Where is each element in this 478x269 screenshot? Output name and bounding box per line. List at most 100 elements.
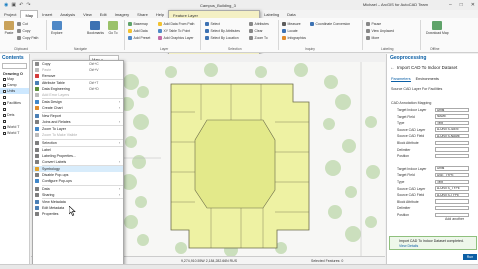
field-label: Position <box>397 154 410 159</box>
tab-help[interactable]: Help <box>152 10 168 18</box>
undo-icon[interactable]: ↶ <box>19 2 23 8</box>
mouse-cursor-icon <box>69 206 76 216</box>
field-label: Target Field <box>397 173 415 178</box>
run-button[interactable]: Run <box>463 254 477 260</box>
back-arrow-icon[interactable]: ← <box>390 65 395 71</box>
basemap-button[interactable]: Basemap <box>128 22 148 26</box>
menu-item-remove[interactable]: Remove <box>33 73 123 79</box>
menu-item-selection[interactable]: Selection › <box>33 140 123 146</box>
layer-visibility-checkbox[interactable] <box>3 89 6 93</box>
add-preset-button[interactable]: Add Preset <box>128 36 150 40</box>
view-details-link[interactable]: View Details <box>399 244 418 248</box>
paste-button[interactable]: Paste <box>4 21 14 35</box>
field-input[interactable]: Text <box>435 179 469 184</box>
popups-icon <box>35 173 39 178</box>
tab-analysis[interactable]: Analysis <box>56 10 79 18</box>
explore-button[interactable]: Explore <box>51 21 63 35</box>
add-graphics-layer-button[interactable]: Add Graphics Layer <box>158 36 193 40</box>
field-label: Source CAD Layer <box>397 127 426 132</box>
select-by-location-button[interactable]: Select By Location <box>205 36 239 40</box>
tab-data[interactable]: Data <box>283 10 299 18</box>
menu-item-create-chart[interactable]: Create Chart › <box>33 105 123 111</box>
measure-button[interactable]: Measure <box>282 22 301 26</box>
pause-button[interactable]: Pause <box>366 22 381 26</box>
goto-xy-button[interactable]: Go To <box>108 21 118 35</box>
tab-view[interactable]: View <box>79 10 96 18</box>
field-input[interactable] <box>435 153 469 159</box>
cut-button[interactable]: Cut <box>17 22 28 26</box>
field-input[interactable] <box>435 140 469 145</box>
layer-visibility-checkbox[interactable] <box>3 119 6 123</box>
field-input[interactable]: A-UNITS_TYPE <box>435 186 469 191</box>
tab-map[interactable]: Map <box>20 10 39 18</box>
layer-visibility-checkbox[interactable] <box>3 101 6 105</box>
field-input[interactable] <box>435 147 469 152</box>
save-icon[interactable]: ▣ <box>11 2 16 8</box>
download-map-button[interactable]: Download Map <box>426 21 449 35</box>
layer-visibility-checkbox[interactable] <box>3 131 6 135</box>
view-unplaced-button[interactable]: View Unplaced <box>366 29 394 33</box>
field-input[interactable]: Text <box>435 120 469 126</box>
tab-edit[interactable]: Edit <box>96 10 111 18</box>
copy-button[interactable]: Copy <box>17 29 30 33</box>
select-location-icon <box>205 36 209 40</box>
add-path-icon <box>158 22 162 26</box>
menu-item-configure-pop-ups[interactable]: Configure Pop-ups <box>33 178 123 184</box>
layer-visibility-checkbox[interactable] <box>3 107 6 111</box>
field-input[interactable]: NAME <box>435 114 469 119</box>
tab-imagery[interactable]: Imagery <box>111 10 133 18</box>
field-input[interactable]: A-UNITS-NAME <box>435 133 469 139</box>
field-input[interactable] <box>435 199 469 204</box>
layer-visibility-checkbox[interactable] <box>3 77 6 81</box>
field-input[interactable]: A-UNITS-TYPE <box>435 192 469 198</box>
select-button[interactable]: Select <box>205 22 220 26</box>
contents-layer-row[interactable]: World T <box>0 130 29 136</box>
field-input[interactable]: USE_TYPE <box>435 172 469 178</box>
infographics-button[interactable]: Infographics <box>282 36 306 40</box>
add-data-from-path-button[interactable]: Add Data From Path <box>158 22 194 26</box>
map-coordinates: 9,274,910.55W 2,184,282.66N RUS <box>181 259 238 263</box>
field-input[interactable]: A-UNITS-IDEN <box>435 127 469 132</box>
redo-icon[interactable]: ↷ <box>26 2 30 8</box>
maximize-icon[interactable]: □ <box>460 2 463 8</box>
locate-button[interactable]: Locate <box>282 29 298 33</box>
layer-visibility-checkbox[interactable] <box>3 113 6 117</box>
xy-table-to-point-button[interactable]: XY Table To Point <box>158 29 190 33</box>
menu-item-convert-labels[interactable]: Convert Labels › <box>33 159 123 165</box>
close-icon[interactable]: ✕ <box>471 2 475 8</box>
contents-pane: Contents Drawing O Map Camp Units Facilitie… <box>0 54 30 264</box>
layer-visibility-checkbox[interactable] <box>3 125 6 129</box>
tab-parameters[interactable]: Parameters <box>391 77 411 82</box>
layer-visibility-checkbox[interactable] <box>3 83 6 87</box>
contents-search-input[interactable] <box>2 63 27 69</box>
tab-share[interactable]: Share <box>133 10 152 18</box>
tab-project[interactable]: Project <box>0 10 20 18</box>
error-layers-icon <box>35 92 39 97</box>
add-another-button[interactable]: Add another <box>445 217 464 221</box>
field-label: Source CAD Field <box>397 134 425 139</box>
add-data-button[interactable]: Add Data <box>128 29 148 33</box>
window-controls: – □ ✕ <box>449 2 475 8</box>
attributes-button[interactable]: Attributes <box>249 22 269 26</box>
minimize-icon[interactable]: – <box>449 2 452 8</box>
coordinate-conversion-button[interactable]: Coordinate Conversion <box>310 22 350 26</box>
tab-environments[interactable]: Environments <box>416 77 439 82</box>
source-layer-section[interactable]: Source CAD Layer For Facilities <box>391 87 442 91</box>
signed-in-user[interactable]: Michael – ArcGIS for AutoCAD Team <box>363 2 428 7</box>
layer-visibility-checkbox[interactable] <box>3 95 6 99</box>
tab-labeling[interactable]: Labeling <box>260 10 283 18</box>
field-input[interactable]: Units <box>435 107 469 112</box>
field-input[interactable]: Units <box>435 166 469 171</box>
menu-item-properties[interactable]: Properties <box>33 211 123 217</box>
more-button[interactable]: More <box>366 36 379 40</box>
copy-path-button[interactable]: Copy Path <box>17 36 38 40</box>
view-unplaced-icon <box>366 29 370 33</box>
menu-item-sharing[interactable]: Sharing › <box>33 192 123 198</box>
select-by-attributes-button[interactable]: Select By Attributes <box>205 29 240 33</box>
field-input[interactable] <box>435 205 469 211</box>
zoom-to-button[interactable]: Zoom To <box>249 36 268 40</box>
clear-button[interactable]: Clear <box>249 29 263 33</box>
menu-item-joins-and-relates[interactable]: Joins and Relates › <box>33 119 123 125</box>
bookmarks-button[interactable]: Bookmarks <box>87 21 104 35</box>
tab-insert[interactable]: Insert <box>38 10 56 18</box>
